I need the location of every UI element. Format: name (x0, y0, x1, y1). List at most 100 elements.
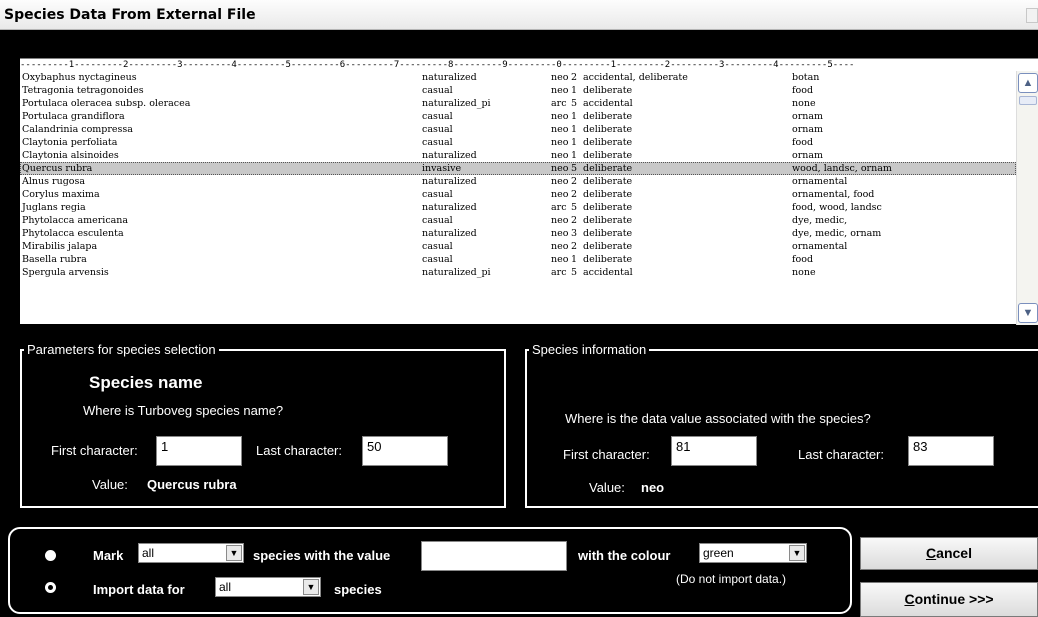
species-label: species (334, 582, 382, 597)
chevron-down-icon[interactable]: ▼ (303, 579, 319, 595)
list-item[interactable]: Calandrinia compressa casual neo 1 deliberat… (20, 123, 1016, 136)
list-item[interactable]: Phytolacca americana casual neo 2 deliberate… (20, 214, 1016, 227)
list-cell: neo (551, 72, 569, 83)
list-cell: arc (551, 202, 567, 213)
list-item[interactable]: Mirabilis jalapa casual neo 2 deliberate orna… (20, 240, 1016, 253)
list-item[interactable]: Portulaca grandiflora casual neo 1 deliberat… (20, 110, 1016, 123)
list-item[interactable]: Alnus rugosa naturalized neo 2 deliberate orn… (20, 175, 1016, 188)
file-content-list[interactable]: ---------1---------2---------3---------4… (20, 58, 1038, 325)
list-cell: neo (551, 189, 569, 200)
info-value-label: Value: (589, 480, 625, 495)
list-cell: deliberate (583, 176, 633, 187)
chevron-down-icon[interactable]: ▼ (226, 545, 242, 561)
colour-value: green (703, 546, 734, 560)
species-value: Quercus rubra (147, 477, 237, 492)
import-radio[interactable] (45, 582, 56, 593)
continue-button[interactable]: Continue >>> (860, 582, 1038, 617)
do-not-import-note: (Do not import data.) (676, 572, 787, 586)
list-cell: Phytolacca esculenta (22, 228, 124, 239)
list-cell: Claytonia alsinoides (22, 150, 119, 161)
list-cell: naturalized (422, 150, 477, 161)
with-colour-label: with the colour (578, 548, 671, 563)
list-cell: casual (422, 215, 453, 226)
cancel-button[interactable]: Cancel (860, 537, 1038, 570)
list-cell: 5 (571, 163, 578, 174)
list-cell: none (792, 98, 816, 109)
list-cell: 1 (571, 150, 578, 161)
list-cell: casual (422, 254, 453, 265)
list-cell: food (792, 137, 814, 148)
list-cell: 2 (571, 215, 578, 226)
list-cell: Phytolacca americana (22, 215, 129, 226)
file-rows: Oxybaphus nyctagineus naturalized neo 2 acci… (20, 71, 1016, 279)
list-cell: ornam (792, 150, 824, 161)
list-cell: arc (551, 98, 567, 109)
list-cell: naturalized_pi (422, 267, 491, 278)
mark-label: Mark (93, 548, 124, 563)
list-cell: naturalized (422, 176, 477, 187)
column-ruler: ---------1---------2---------3---------4… (20, 60, 855, 70)
list-item[interactable]: Claytonia alsinoides naturalized neo 1 delib… (20, 149, 1016, 162)
list-cell: 5 (571, 98, 578, 109)
continue-label: ontinue >>> (914, 591, 994, 607)
list-item[interactable]: Basella rubra casual neo 1 deliberate food (20, 253, 1016, 266)
list-item[interactable]: Juglans regia naturalized arc 5 deliberate fo… (20, 201, 1016, 214)
colour-select[interactable]: green ▼ (699, 543, 807, 563)
list-item[interactable]: Spergula arvensis naturalized_pi arc 5 accid… (20, 266, 1016, 279)
chevron-down-icon[interactable]: ▼ (789, 545, 805, 561)
list-cell: deliberate (583, 241, 633, 252)
list-item[interactable]: Phytolacca esculenta naturalized neo 3 delib… (20, 227, 1016, 240)
species-last-character-input[interactable]: 50 (362, 436, 448, 466)
data-value-question: Where is the data value associated with … (565, 411, 871, 426)
mark-species-select[interactable]: all ▼ (138, 543, 244, 563)
list-item[interactable]: Corylus maxima casual neo 2 deliberate orname… (20, 188, 1016, 201)
scroll-up-icon[interactable]: ▲ (1018, 73, 1038, 93)
list-cell: Portulaca grandiflora (22, 111, 125, 122)
mark-radio[interactable] (45, 550, 56, 561)
import-species-select[interactable]: all ▼ (215, 577, 321, 597)
list-cell: food (792, 85, 814, 96)
list-cell: Oxybaphus nyctagineus (22, 72, 137, 83)
scroll-thumb[interactable] (1019, 96, 1037, 105)
list-cell: ornam (792, 124, 824, 135)
species-value-label: Value: (92, 477, 128, 492)
list-cell: neo (551, 124, 569, 135)
list-cell: naturalized (422, 202, 477, 213)
list-cell: casual (422, 241, 453, 252)
vertical-scrollbar[interactable]: ▲ ▼ (1016, 71, 1038, 325)
list-cell: food (792, 254, 814, 265)
list-item[interactable]: Tetragonia tetragonoides casual neo 1 delibe… (20, 84, 1016, 97)
list-cell: Alnus rugosa (22, 176, 86, 187)
close-icon[interactable] (1026, 8, 1038, 23)
mark-species-value: all (142, 546, 155, 560)
list-cell: neo (551, 215, 569, 226)
list-cell: accidental (583, 267, 633, 278)
mark-value-input[interactable] (421, 541, 567, 571)
list-item[interactable]: Portulaca oleracea subsp. oleracea natura… (20, 97, 1016, 110)
list-cell: 1 (571, 111, 578, 122)
scroll-down-icon[interactable]: ▼ (1018, 303, 1038, 323)
species-with-value-label: species with the value (253, 548, 391, 563)
list-cell: deliberate (583, 163, 633, 174)
list-item[interactable]: Oxybaphus nyctagineus naturalized neo 2 acci… (20, 71, 1016, 84)
info-last-character-label: Last character: (798, 447, 884, 462)
list-cell: neo (551, 241, 569, 252)
list-cell: 2 (571, 72, 578, 83)
list-cell: deliberate (583, 85, 633, 96)
species-first-character-input[interactable]: 1 (156, 436, 242, 466)
info-first-character-input[interactable]: 81 (671, 436, 757, 466)
list-cell: ornamental, food (792, 189, 875, 200)
species-info-legend: Species information (532, 342, 647, 357)
list-item[interactable]: Claytonia perfoliata casual neo 1 deliberate… (20, 136, 1016, 149)
import-data-label: Import data for (93, 582, 185, 597)
info-last-character-input[interactable]: 83 (908, 436, 994, 466)
list-cell: ornamental (792, 241, 848, 252)
list-cell: neo (551, 163, 569, 174)
list-cell: casual (422, 137, 453, 148)
list-cell: casual (422, 124, 453, 135)
list-cell: neo (551, 228, 569, 239)
list-item[interactable]: Quercus rubra invasive neo 5 deliberate wood,… (20, 162, 1016, 175)
list-cell: Calandrinia compressa (22, 124, 133, 135)
window-title: Species Data From External File (4, 7, 256, 23)
list-cell: accidental, deliberate (583, 72, 688, 83)
